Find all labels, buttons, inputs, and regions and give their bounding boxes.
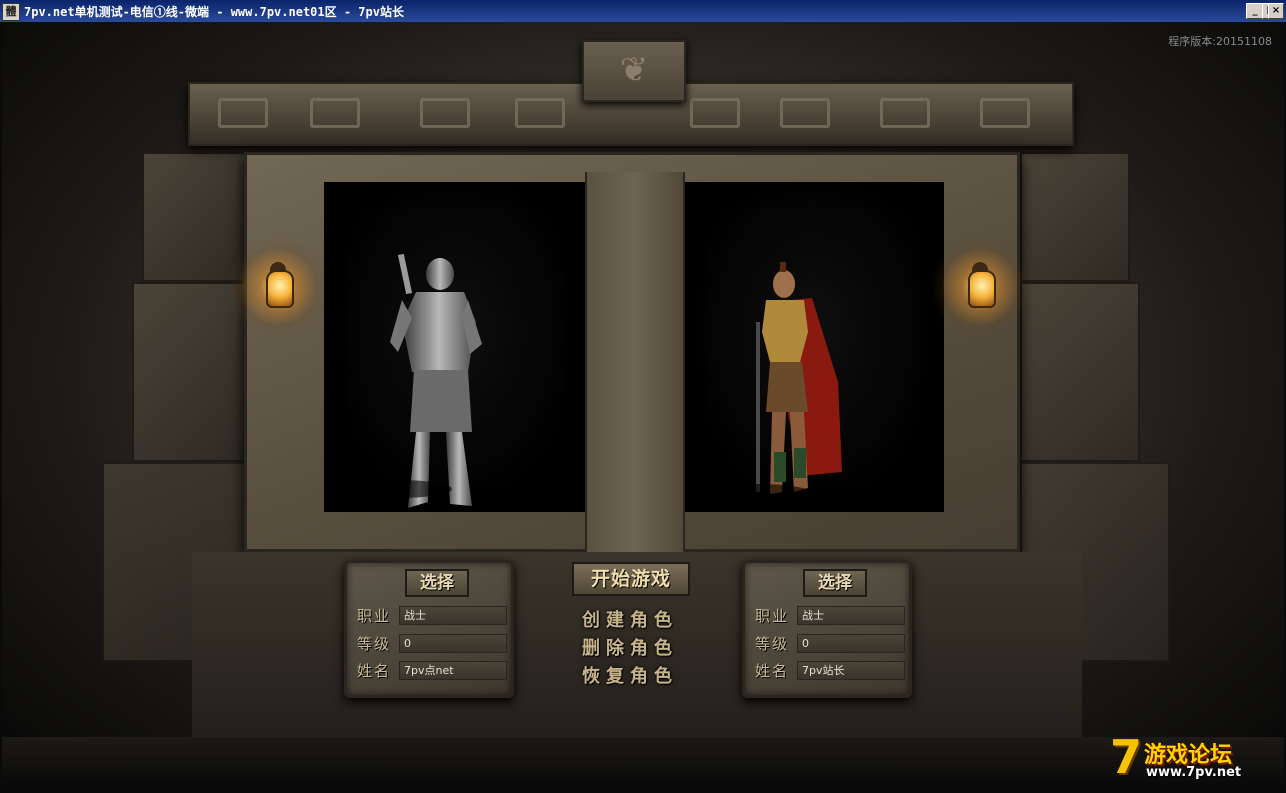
frieze-ornament bbox=[880, 98, 930, 128]
version-label: 程序版本:20151108 bbox=[1168, 35, 1272, 48]
window-title: 7pv.net单机测试-电信①线-微端 - www.7pv.net01区 - 7… bbox=[24, 5, 404, 19]
logo-seven: 7 bbox=[1110, 730, 1143, 784]
game-window: 體 7pv.net单机测试-电信①线-微端 - www.7pv.net01区 -… bbox=[0, 0, 1286, 793]
warrior-character-left[interactable] bbox=[342, 252, 492, 512]
torch-left bbox=[228, 237, 328, 337]
class-value: 战士 bbox=[797, 606, 905, 625]
frieze-ornament bbox=[420, 98, 470, 128]
name-label: 姓名 bbox=[357, 662, 392, 680]
name-value: 7pv站长 bbox=[797, 661, 905, 680]
wall-block bbox=[142, 152, 246, 282]
title-bar[interactable]: 體 7pv.net单机测试-电信①线-微端 - www.7pv.net01区 -… bbox=[0, 0, 1286, 22]
character-select-scene: 程序版本:20151108 ❦ 选择 职业 战士 等级 0 姓名 7pv点net… bbox=[2, 22, 1284, 791]
select-button-left[interactable]: 选择 bbox=[405, 569, 469, 597]
select-button-right[interactable]: 选择 bbox=[803, 569, 867, 597]
frieze-ornament bbox=[310, 98, 360, 128]
create-role-button[interactable]: 创建角色 bbox=[550, 606, 710, 632]
level-label: 等级 bbox=[755, 635, 790, 653]
stone-floor bbox=[2, 737, 1284, 791]
level-value: 0 bbox=[797, 634, 905, 653]
name-label: 姓名 bbox=[755, 662, 790, 680]
watermark-logo: 7 游戏论坛 www.7pv.net bbox=[1110, 733, 1270, 783]
level-value: 0 bbox=[399, 634, 507, 653]
class-value: 战士 bbox=[399, 606, 507, 625]
level-label: 等级 bbox=[357, 635, 392, 653]
frieze-ornament bbox=[515, 98, 565, 128]
character-slot-left: 选择 职业 战士 等级 0 姓名 7pv点net bbox=[344, 560, 514, 698]
torch-right bbox=[930, 237, 1030, 337]
start-game-button[interactable]: 开始游戏 bbox=[572, 562, 690, 596]
logo-url: www.7pv.net bbox=[1146, 765, 1242, 780]
name-value: 7pv点net bbox=[399, 661, 507, 680]
close-button[interactable]: × bbox=[1268, 3, 1284, 19]
main-menu: 开始游戏 创建角色 删除角色 恢复角色 bbox=[550, 554, 710, 704]
restore-role-button[interactable]: 恢复角色 bbox=[550, 662, 710, 688]
wall-block bbox=[1020, 282, 1140, 462]
wall-block bbox=[1020, 152, 1130, 282]
character-slot-right: 选择 职业 战士 等级 0 姓名 7pv站长 bbox=[742, 560, 912, 698]
keystone-ornament: ❦ bbox=[582, 40, 686, 102]
delete-role-button[interactable]: 删除角色 bbox=[550, 634, 710, 660]
center-pillar bbox=[585, 172, 685, 552]
wall-block bbox=[132, 282, 246, 462]
app-icon[interactable]: 體 bbox=[2, 3, 20, 21]
frieze-ornament bbox=[780, 98, 830, 128]
frieze-ornament bbox=[218, 98, 268, 128]
class-label: 职业 bbox=[755, 607, 790, 625]
frieze-ornament bbox=[980, 98, 1030, 128]
class-label: 职业 bbox=[357, 607, 392, 625]
warrior-character-right[interactable] bbox=[702, 262, 852, 512]
frieze-ornament bbox=[690, 98, 740, 128]
